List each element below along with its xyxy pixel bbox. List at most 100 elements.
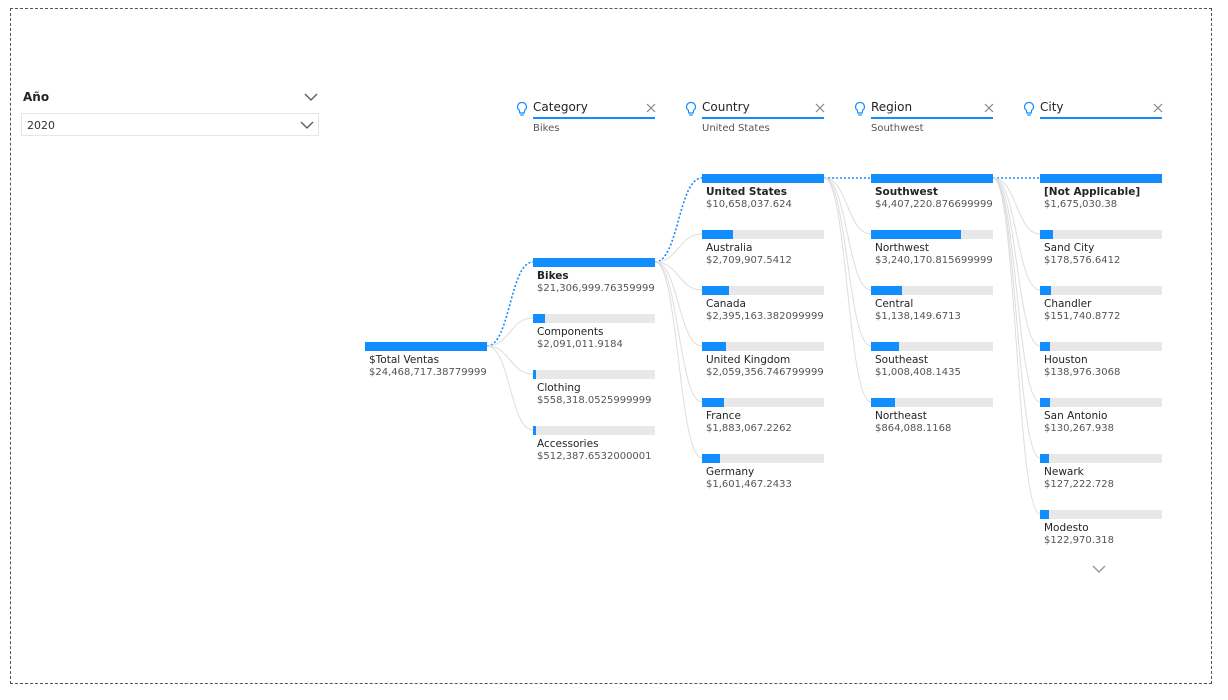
level-header-label[interactable]: Category [533,100,588,114]
bar-track [702,342,824,351]
node-value: $1,008,408.1435 [875,367,961,378]
bar-track [533,258,655,267]
tree-node[interactable]: Newark $127,222.728 [1040,454,1162,498]
bar-track [871,174,993,183]
tree-node[interactable]: Houston $138,976.3068 [1040,342,1162,386]
bar-fill [1040,286,1051,295]
node-value: $1,883,067.2262 [706,423,792,434]
tree-node[interactable]: United States $10,658,037.624 [702,174,824,218]
tree-node[interactable]: Northeast $864,088.1168 [871,398,993,442]
node-label: Modesto [1044,522,1089,534]
bar-fill [702,230,733,239]
node-value: $512,387.6532000001 [537,451,652,462]
tree-node[interactable]: Clothing $558,318.0525999999 [533,370,655,414]
bar-track [1040,286,1162,295]
close-icon[interactable] [646,103,656,113]
bar-fill [365,342,487,351]
node-value: $4,407,220.876699999 [875,199,993,210]
level-header-category: Category Bikes [516,100,666,140]
tree-connector [486,317,534,347]
node-label: Germany [706,466,755,478]
bar-track [871,398,993,407]
chevron-down-icon[interactable] [1091,563,1107,575]
bar-track [533,426,655,435]
node-value: $2,059,356.746799999 [706,367,824,378]
tree-node[interactable]: Modesto $122,970.318 [1040,510,1162,554]
tree-node[interactable]: [Not Applicable] $1,675,030.38 [1040,174,1162,218]
node-value: $138,976.3068 [1044,367,1121,378]
node-label: [Not Applicable] [1044,186,1141,198]
close-icon[interactable] [984,103,994,113]
tree-node[interactable]: Canada $2,395,163.382099999 [702,286,824,330]
bar-fill [871,342,899,351]
lightbulb-icon[interactable] [685,101,697,117]
bar-track [871,230,993,239]
close-icon[interactable] [815,103,825,113]
node-value: $127,222.728 [1044,479,1114,490]
bar-track [702,398,824,407]
node-label: Components [537,326,604,338]
close-icon[interactable] [1153,103,1163,113]
tree-connector [992,177,1041,291]
tree-node[interactable]: Accessories $512,387.6532000001 [533,426,655,470]
node-label: Southwest [875,186,938,198]
bar-track [365,342,487,351]
level-header-city: City [1023,100,1173,140]
tree-node[interactable]: Southeast $1,008,408.1435 [871,342,993,386]
bar-fill [871,230,961,239]
bar-track [871,342,993,351]
tree-node[interactable]: San Antonio $130,267.938 [1040,398,1162,442]
level-header-label[interactable]: City [1040,100,1064,114]
node-label: Clothing [537,382,581,394]
tree-node[interactable]: Northwest $3,240,170.815699999 [871,230,993,274]
bar-track [1040,174,1162,183]
tree-connector [486,345,534,431]
tree-node[interactable]: Germany $1,601,467.2433 [702,454,824,498]
node-label: Northeast [875,410,927,422]
lightbulb-icon[interactable] [854,101,866,117]
node-value: $864,088.1168 [875,423,952,434]
node-value: $10,658,037.624 [706,199,792,210]
node-value: $2,091,011.9184 [537,339,623,350]
bar-fill [533,370,536,379]
node-label: Central [875,298,914,310]
tree-node[interactable]: Central $1,138,149.6713 [871,286,993,330]
node-value: $21,306,999.76359999 [537,283,655,294]
tree-connector [486,345,534,375]
bar-fill [871,398,895,407]
bar-fill [702,454,720,463]
level-header-selection: Bikes [533,123,560,134]
bar-track [702,286,824,295]
bar-fill [533,258,655,267]
node-label: Newark [1044,466,1084,478]
tree-root-node[interactable]: $Total Ventas $24,468,717.38779999 [365,342,487,386]
node-label: Sand City [1044,242,1095,254]
tree-node[interactable]: Bikes $21,306,999.76359999 [533,258,655,302]
tree-node[interactable]: Australia $2,709,907.5412 [702,230,824,274]
tree-node[interactable]: Chandler $151,740.8772 [1040,286,1162,330]
level-header-label[interactable]: Country [702,100,750,114]
level-header-region: Region Southwest [854,100,1004,140]
tree-node[interactable]: Components $2,091,011.9184 [533,314,655,358]
selected-path-connector [654,177,703,263]
node-label: Houston [1044,354,1088,366]
node-value: $130,267.938 [1044,423,1114,434]
node-value: $151,740.8772 [1044,311,1121,322]
tree-connector [992,177,1041,403]
tree-node[interactable]: United Kingdom $2,059,356.746799999 [702,342,824,386]
lightbulb-icon[interactable] [1023,101,1035,117]
node-label: San Antonio [1044,410,1108,422]
tree-connector [992,177,1041,459]
node-label: Southeast [875,354,928,366]
tree-connector [654,261,703,403]
bar-track [1040,342,1162,351]
tree-node[interactable]: Southwest $4,407,220.876699999 [871,174,993,218]
node-label: United Kingdom [706,354,791,366]
bar-track [1040,398,1162,407]
lightbulb-icon[interactable] [516,101,528,117]
bar-fill [702,342,726,351]
level-header-label[interactable]: Region [871,100,912,114]
tree-node[interactable]: France $1,883,067.2262 [702,398,824,442]
node-value: $3,240,170.815699999 [875,255,993,266]
tree-node[interactable]: Sand City $178,576.6412 [1040,230,1162,274]
